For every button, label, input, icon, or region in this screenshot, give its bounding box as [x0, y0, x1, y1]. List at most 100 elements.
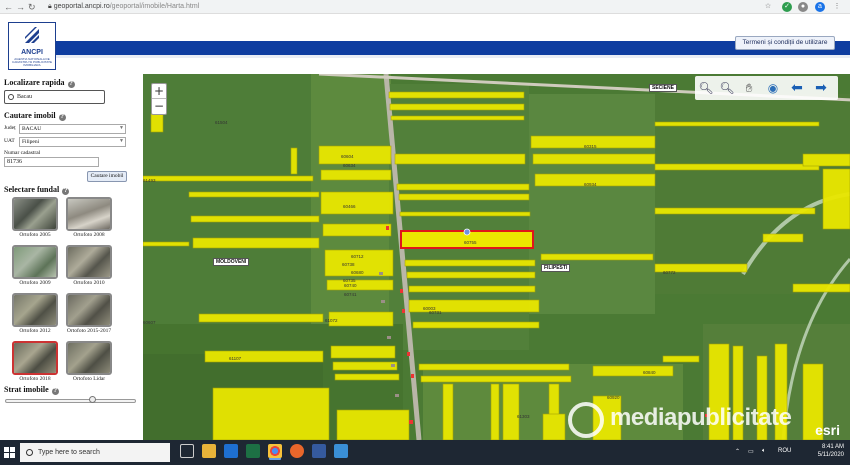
- place-label: SECIENE: [649, 84, 677, 92]
- background-thumb-2010[interactable]: [66, 245, 112, 279]
- background-thumb-2012[interactable]: [12, 293, 58, 327]
- menu-icon[interactable]: ⋮: [832, 2, 842, 12]
- network-icon[interactable]: ▭: [748, 448, 754, 455]
- url-path: /geoportal/imobile/Harta.html: [109, 3, 200, 10]
- header-stripe-light: [56, 55, 850, 58]
- parcel-label: 60934: [584, 182, 597, 187]
- lock-icon: 🔒︎: [48, 3, 52, 10]
- background-caption: Ortofoto 2012: [19, 328, 51, 334]
- place-label: FILIPESTI: [541, 264, 571, 272]
- place-label: MOLDOVENI: [213, 258, 250, 266]
- parcel-label: 60466: [343, 204, 356, 209]
- firefox-icon[interactable]: [290, 444, 304, 458]
- previous-extent-arrow-icon[interactable]: ⬅: [789, 80, 805, 96]
- map-view[interactable]: 61504 61493 60604 60315 60934 60466 60634 60755…: [143, 74, 850, 440]
- cadastral-input[interactable]: 81736: [4, 157, 99, 167]
- parcel-label: 61072: [325, 318, 338, 323]
- judet-label: Județ: [4, 125, 16, 131]
- back-icon[interactable]: ←: [4, 2, 13, 12]
- background-caption: Ortofoto 2005: [19, 232, 51, 238]
- parcel-label: 60755: [464, 240, 477, 245]
- background-thumb-2015-2017[interactable]: [66, 293, 112, 327]
- parcel-label: 60607: [143, 320, 156, 325]
- judet-select[interactable]: BACAU ▼: [19, 124, 126, 134]
- esri-attribution[interactable]: esri: [815, 422, 840, 438]
- quick-locate-input[interactable]: Bacau: [4, 90, 105, 104]
- edge-icon[interactable]: [224, 444, 238, 458]
- parcel-label: 60003: [423, 306, 436, 311]
- parcel-label: 60634: [343, 163, 356, 168]
- watermark-logo-icon: [568, 402, 604, 438]
- chrome-icon[interactable]: [268, 444, 282, 458]
- app-icon[interactable]: [334, 444, 348, 458]
- app-icon[interactable]: [312, 444, 326, 458]
- clock-date: 5/11/2020: [817, 452, 844, 458]
- logo-mark-icon: [25, 27, 39, 43]
- tray-chevron-icon[interactable]: ⌃: [735, 448, 740, 455]
- background-thumb-2018[interactable]: [12, 341, 58, 375]
- terms-button[interactable]: Termeni și condiții de utilizare: [735, 36, 835, 50]
- background-thumb-2009[interactable]: [12, 245, 58, 279]
- background-thumb-2008[interactable]: [66, 197, 112, 231]
- background-thumb-2005[interactable]: [12, 197, 58, 231]
- clock-time: 8:41 AM: [821, 444, 844, 450]
- windows-start-icon[interactable]: [4, 447, 15, 458]
- windows-taskbar: Type here to search ⌃ ▭ 🔈︎ ROU 8:41 AM 5…: [0, 440, 850, 465]
- parcel-label: 60840: [643, 370, 656, 375]
- file-explorer-icon[interactable]: [202, 444, 216, 458]
- pan-hand-icon[interactable]: ✋︎: [741, 80, 757, 96]
- extension-icon[interactable]: ✓: [782, 2, 792, 12]
- help-icon[interactable]: ?: [51, 388, 59, 395]
- parcel-label: 60315: [584, 144, 597, 149]
- reload-icon[interactable]: ↻: [28, 2, 36, 12]
- excel-icon[interactable]: [246, 444, 260, 458]
- header-stripe: [56, 41, 850, 55]
- parcel-label: 61107: [229, 356, 242, 361]
- globe-icon[interactable]: ◉: [765, 80, 781, 96]
- background-caption: Ortofoto 2008: [73, 232, 105, 238]
- cadastral-label: Numar cadastral: [4, 150, 41, 156]
- forward-icon[interactable]: →: [16, 2, 25, 12]
- zoom-out-magnifier-icon[interactable]: 🔍︎: [719, 80, 735, 96]
- parcel-search-title: Cautare imobil?: [4, 111, 66, 121]
- task-view-icon[interactable]: [180, 444, 194, 458]
- uat-select[interactable]: Filipeni ▼: [19, 137, 126, 147]
- map-canvas[interactable]: [143, 74, 850, 440]
- help-icon[interactable]: ?: [67, 81, 75, 88]
- zoom-control: + −: [151, 83, 167, 115]
- extension-icon[interactable]: ●: [798, 2, 808, 12]
- parcel-label: 60741: [344, 292, 357, 297]
- page-header: ANCPI AGENTIA NATIONALA DE CADASTRU SI P…: [0, 14, 850, 74]
- parcel-label: 60772: [663, 270, 676, 275]
- layer-title: Strat imobile?: [4, 385, 59, 395]
- background-caption: Ortofoto 2009: [19, 280, 51, 286]
- layer-opacity-slider[interactable]: [5, 399, 136, 403]
- location-pin-icon: [463, 228, 471, 236]
- address-bar[interactable]: 🔒︎ geoportal.ancpi.ro/geoportal/imobile/…: [48, 2, 199, 12]
- next-extent-arrow-icon[interactable]: ➡: [813, 80, 829, 96]
- search-icon: [8, 94, 14, 100]
- background-caption: Ortofoto Lidar: [72, 376, 106, 382]
- background-title: Selectare fundal?: [4, 185, 70, 195]
- sidebar: Localizare rapida? Bacau Cautare imobil?…: [0, 74, 143, 440]
- clock[interactable]: 8:41 AM 5/11/2020: [774, 443, 844, 459]
- zoom-in-button[interactable]: +: [152, 84, 166, 99]
- parcel-label: 60920: [607, 395, 620, 400]
- parcel-label: 61493: [143, 178, 156, 183]
- help-icon[interactable]: ?: [58, 114, 66, 121]
- url-host: geoportal.ancpi.ro: [53, 3, 110, 10]
- help-icon[interactable]: ?: [62, 188, 70, 195]
- ancpi-logo[interactable]: ANCPI AGENTIA NATIONALA DE CADASTRU SI P…: [8, 22, 56, 70]
- search-icon: [26, 449, 33, 456]
- bookmark-star-icon[interactable]: ☆: [763, 2, 773, 12]
- chevron-down-icon: ▼: [119, 126, 124, 131]
- zoom-in-magnifier-icon[interactable]: 🔍︎: [698, 80, 714, 96]
- volume-icon[interactable]: 🔈︎: [762, 448, 766, 455]
- taskbar-search[interactable]: Type here to search: [20, 443, 170, 462]
- parcel-search-button[interactable]: Cautare imobil: [87, 171, 127, 182]
- profile-avatar[interactable]: a: [815, 2, 825, 12]
- watermark-text: mediapublicitate: [610, 404, 792, 431]
- background-thumb-lidar[interactable]: [66, 341, 112, 375]
- parcel-label: 61504: [215, 120, 228, 125]
- zoom-out-button[interactable]: −: [152, 99, 166, 114]
